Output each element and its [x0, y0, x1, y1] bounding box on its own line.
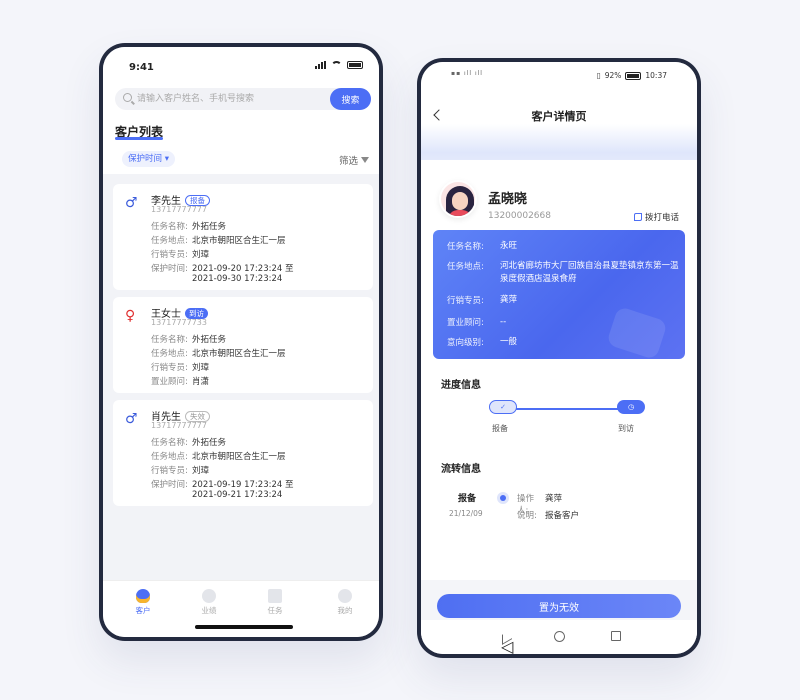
flow-date: 21/12/09 [449, 509, 483, 518]
field-row: 保护时间: 2021-09-19 17:23:24 至 [151, 480, 294, 490]
progress-step-label: 到访 [618, 424, 634, 433]
customer-phone: 13717777777 [151, 205, 207, 214]
male-icon: ♂ [125, 195, 138, 211]
field-row: 保护时间: 2021-09-20 17:23:24 至 [151, 264, 294, 274]
status-bar: 9:41 [103, 47, 379, 87]
performance-icon [202, 589, 216, 603]
customer-card[interactable]: ♂ 肖先生 失效 13717777777 任务名称: 外拓任务 任务地点: 北京市朝阳… [113, 400, 373, 506]
signal-icon: ▪▪ ıll ıll [451, 70, 483, 77]
status-time: 9:41 [129, 62, 154, 73]
status-time: 10:37 [645, 71, 667, 80]
customer-phone: 13200002668 [488, 211, 551, 221]
check-icon: ✓ [489, 400, 517, 414]
field-row: 任务名称: 外拓任务 [151, 438, 227, 448]
phone-icon [633, 213, 642, 221]
search-button[interactable]: 搜索 [330, 88, 371, 110]
customer-name: 孟晓晓 [488, 192, 528, 207]
info-row: 置业顾问: -- [447, 317, 507, 328]
field-row: 任务名称: 外拓任务 [151, 335, 227, 345]
field-row: 行销专员: 刘璋 [151, 250, 210, 260]
bottom-tab-bar: 客户 业绩 任务 我的 [103, 580, 379, 637]
protect-time-filter[interactable]: 保护时间 ▾ [122, 151, 175, 167]
customer-list-screen: 9:41 搜索 客户列表 保护时间 ▾ 筛选 ♂ [103, 47, 379, 637]
flow-section: 流转信息 报备 21/12/09 操作人: 龚萍 说明: 报备客户 [429, 452, 689, 532]
tab-tasks[interactable]: 任务 [255, 589, 295, 616]
android-nav-bar: ◁ [421, 620, 697, 654]
field-row: 任务名称: 外拓任务 [151, 222, 227, 232]
field-row: 行销专员: 刘璋 [151, 363, 210, 373]
flow-stage: 报备 [458, 494, 477, 504]
female-icon: ♀ [125, 308, 136, 324]
flow-note: 说明: 报备客户 [517, 511, 580, 521]
progress-section: 进度信息 ✓ ◷ 报备 到访 [429, 368, 689, 446]
customer-list-phone: 9:41 搜索 客户列表 保护时间 ▾ 筛选 ♂ [99, 43, 383, 641]
progress-step-label: 报备 [492, 424, 508, 433]
field-row: 2021-09-30 17:23:24 [192, 274, 283, 284]
tab-performance[interactable]: 业绩 [189, 589, 229, 616]
customer-phone: 13717777777 [151, 421, 207, 430]
customer-card[interactable]: ♀ 王女士 到访 13717777733 任务名称: 外拓任务 任务地点: 北京市朝阳… [113, 297, 373, 393]
clock-icon: ◷ [617, 400, 645, 414]
customer-detail-phone: ▪▪ ıll ıll ▯ 92% 10:37 客户详情页 孟晓晓 1320000… [417, 58, 701, 658]
male-icon: ♂ [125, 411, 138, 427]
funnel-icon [361, 157, 369, 163]
nav-recent-icon[interactable] [611, 631, 621, 641]
avatar [439, 180, 477, 218]
tasks-icon [268, 589, 282, 603]
nav-back-icon[interactable]: ◁ [501, 631, 513, 654]
battery-icon [625, 71, 642, 80]
tab-customers[interactable]: 客户 [123, 589, 163, 616]
search-icon [123, 93, 132, 102]
signal-icon [315, 61, 326, 69]
info-row: 任务地点: 河北省廊坊市大厂回族自治县夏垫镇京东第一温泉度假酒店温泉食府 [447, 261, 679, 284]
search-bar: 搜索 [115, 88, 371, 110]
battery-icon [347, 61, 363, 69]
page-title: 客户详情页 [531, 110, 587, 123]
battery-percent: 92% [604, 71, 622, 80]
field-row: 任务地点: 北京市朝阳区合生汇一层 [151, 236, 286, 246]
task-info-card: 任务名称: 永旺 任务地点: 河北省廊坊市大厂回族自治县夏垫镇京东第一温泉度假酒店温… [433, 230, 685, 359]
info-row: 任务名称: 永旺 [447, 241, 518, 252]
field-row: 任务地点: 北京市朝阳区合生汇一层 [151, 349, 286, 359]
set-invalid-button[interactable]: 置为无效 [437, 594, 681, 618]
dial-button[interactable]: 拨打电话 [633, 211, 679, 223]
field-row: 行销专员: 刘璋 [151, 466, 210, 476]
field-row: 置业顾问: 肖潇 [151, 377, 210, 387]
progress-line [504, 408, 634, 410]
search-input[interactable] [137, 88, 317, 110]
title-underline [115, 137, 163, 140]
profile-icon [338, 589, 352, 603]
customers-icon [136, 589, 150, 603]
wifi-icon [331, 61, 342, 69]
home-indicator[interactable] [195, 625, 293, 629]
customer-phone: 13717777733 [151, 318, 207, 327]
timeline-dot [497, 492, 509, 504]
info-row: 意向级别: 一般 [447, 337, 518, 348]
tab-mine[interactable]: 我的 [325, 589, 365, 616]
customer-card[interactable]: ♂ 李先生 报备 13717777777 任务名称: 外拓任务 任务地点: 北京市朝阳… [113, 184, 373, 290]
progress-title: 进度信息 [441, 380, 481, 391]
status-bar: ▪▪ ıll ıll ▯ 92% 10:37 [421, 62, 697, 86]
filter-button[interactable]: 筛选 [339, 153, 369, 167]
flow-title: 流转信息 [441, 464, 481, 475]
customer-detail-screen: ▪▪ ıll ıll ▯ 92% 10:37 客户详情页 孟晓晓 1320000… [421, 62, 697, 654]
nav-home-icon[interactable] [554, 631, 565, 642]
vibrate-icon: ▯ [596, 71, 601, 80]
info-row: 行销专员: 龚萍 [447, 295, 518, 306]
list-header: 9:41 搜索 客户列表 保护时间 ▾ 筛选 [103, 47, 379, 174]
field-row: 任务地点: 北京市朝阳区合生汇一层 [151, 452, 286, 462]
field-row: 2021-09-21 17:23:24 [192, 490, 283, 500]
